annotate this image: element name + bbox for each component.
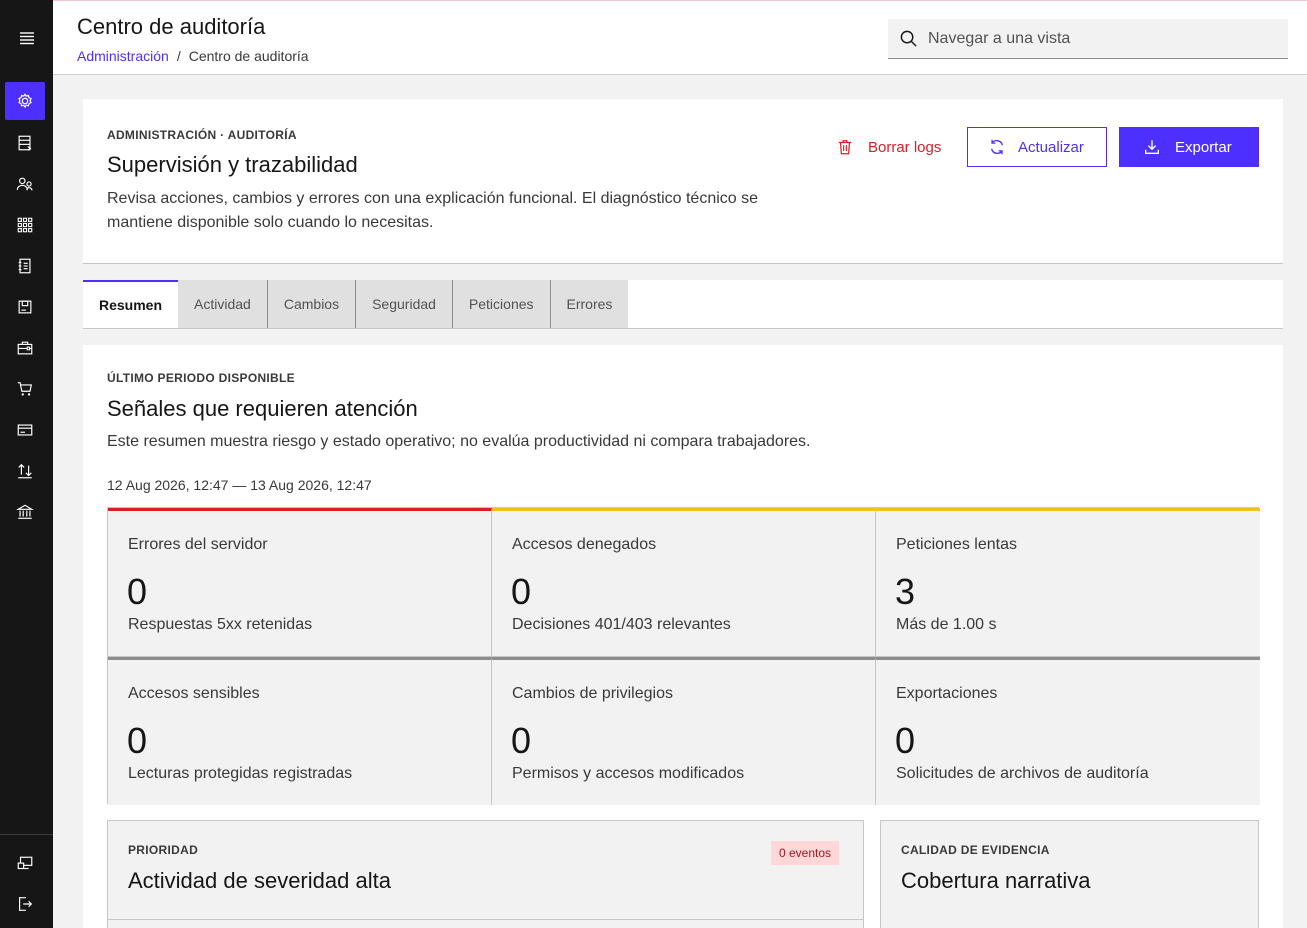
bank-icon[interactable] [5,493,45,531]
metric-label: Peticiones lentas [896,536,1017,553]
summary-description: Este resumen muestra riesgo y estado ope… [107,433,811,450]
refresh-icon [990,139,1004,155]
metric-card[interactable]: Accesos sensibles 0 Lecturas protegidas … [108,657,492,805]
page-title: Centro de auditoría [77,14,266,39]
box-icon[interactable] [5,288,45,326]
summary-eyebrow: ÚLTIMO PERIODO DISPONIBLE [107,371,295,385]
data-icon[interactable] [5,124,45,162]
summary-panel: ÚLTIMO PERIODO DISPONIBLE Señales que re… [83,345,1283,928]
metric-card[interactable]: Accesos denegados 0 Decisiones 401/403 r… [492,508,876,657]
metric-value: 0 [511,571,532,612]
metric-card[interactable]: Exportaciones 0 Solicitudes de archivos … [876,657,1260,805]
export-label: Exportar [1175,138,1232,156]
metric-label: Cambios de privilegios [512,685,673,702]
metrics-grid: Errores del servidor 0 Respuestas 5xx re… [107,507,1260,805]
breadcrumb-current: Centro de auditoría [188,48,309,64]
summary-title: Señales que requieren atención [107,396,418,421]
page-header: Centro de auditoría Administración / Cen… [53,0,1307,75]
event-count-badge: 0 eventos [771,841,840,865]
notebook-icon[interactable] [5,247,45,285]
export-button[interactable]: Exportar [1119,127,1259,167]
tab-resumen[interactable]: Resumen [83,280,179,328]
cart-icon[interactable] [5,370,45,408]
intro-title: Supervisión y trazabilidad [107,152,358,177]
grid-icon[interactable] [5,206,45,244]
refresh-label: Actualizar [1018,138,1084,156]
search-icon [900,30,917,47]
search-input[interactable] [928,28,1278,50]
tab-actividad[interactable]: Actividad [178,280,268,328]
metric-label: Accesos sensibles [128,685,260,702]
tab-list: Resumen Actividad Cambios Seguridad Peti… [83,280,1283,329]
intro-card: ADMINISTRACIÓN · AUDITORÍA Supervisión y… [83,99,1283,264]
screen-icon[interactable] [5,845,45,883]
download-icon [1145,140,1159,154]
trash-icon [838,140,852,155]
metric-value: 3 [895,571,916,612]
metric-label: Exportaciones [896,685,998,702]
tab-cambios[interactable]: Cambios [267,280,357,328]
evidence-card: CALIDAD DE EVIDENCIA Cobertura narrativa [880,820,1259,928]
priority-eyebrow: PRIORIDAD [128,843,199,857]
priority-card: PRIORIDAD Actividad de severidad alta 0 … [107,820,864,928]
metric-card[interactable]: Peticiones lentas 3 Más de 1.00 s [876,508,1260,657]
menu-icon[interactable] [0,0,53,75]
logout-icon[interactable] [5,885,45,923]
breadcrumb-link-administracion[interactable]: Administración [77,48,169,64]
metric-value: 0 [127,571,148,612]
metric-value: 0 [511,720,532,761]
metric-value: 0 [127,720,148,761]
metric-value: 0 [895,720,916,761]
intro-eyebrow: ADMINISTRACIÓN · AUDITORÍA [107,128,297,142]
arrows-icon[interactable] [5,452,45,490]
refresh-button[interactable]: Actualizar [967,127,1107,167]
breadcrumb: Administración / Centro de auditoría [77,48,309,64]
metric-description: Permisos y accesos modificados [512,765,745,782]
tab-seguridad[interactable]: Seguridad [356,280,453,328]
search-box [888,19,1288,59]
metric-label: Accesos denegados [512,536,657,553]
evidence-eyebrow: CALIDAD DE EVIDENCIA [901,843,1050,857]
metric-description: Respuestas 5xx retenidas [128,616,313,633]
priority-title: Actividad de severidad alta [128,868,391,893]
sidebar-divider [0,834,53,835]
clear-logs-button[interactable]: Borrar logs [828,127,949,167]
metric-description: Más de 1.00 s [896,616,997,633]
date-range: 12 Aug 2026, 12:47 — 13 Aug 2026, 12:47 [107,477,372,493]
metric-card[interactable]: Errores del servidor 0 Respuestas 5xx re… [108,508,492,657]
credit-card-icon[interactable] [5,411,45,449]
metric-description: Lecturas protegidas registradas [128,765,353,782]
card-divider [108,919,863,920]
tab-errores[interactable]: Errores [550,280,629,328]
clear-logs-label: Borrar logs [868,138,942,156]
metric-description: Decisiones 401/403 relevantes [512,616,731,633]
sidebar [0,0,53,928]
metric-description: Solicitudes de archivos de auditoría [896,765,1149,782]
breadcrumb-separator: / [176,48,181,64]
evidence-title: Cobertura narrativa [901,868,1091,893]
briefcase-icon[interactable] [5,329,45,367]
intro-description: Revisa acciones, cambios y errores con u… [107,190,759,231]
metric-card[interactable]: Cambios de privilegios 0 Permisos y acce… [492,657,876,805]
metric-label: Errores del servidor [128,536,268,553]
tab-peticiones[interactable]: Peticiones [452,280,551,328]
user-group-icon[interactable] [5,165,45,203]
gear-icon[interactable] [5,82,45,120]
